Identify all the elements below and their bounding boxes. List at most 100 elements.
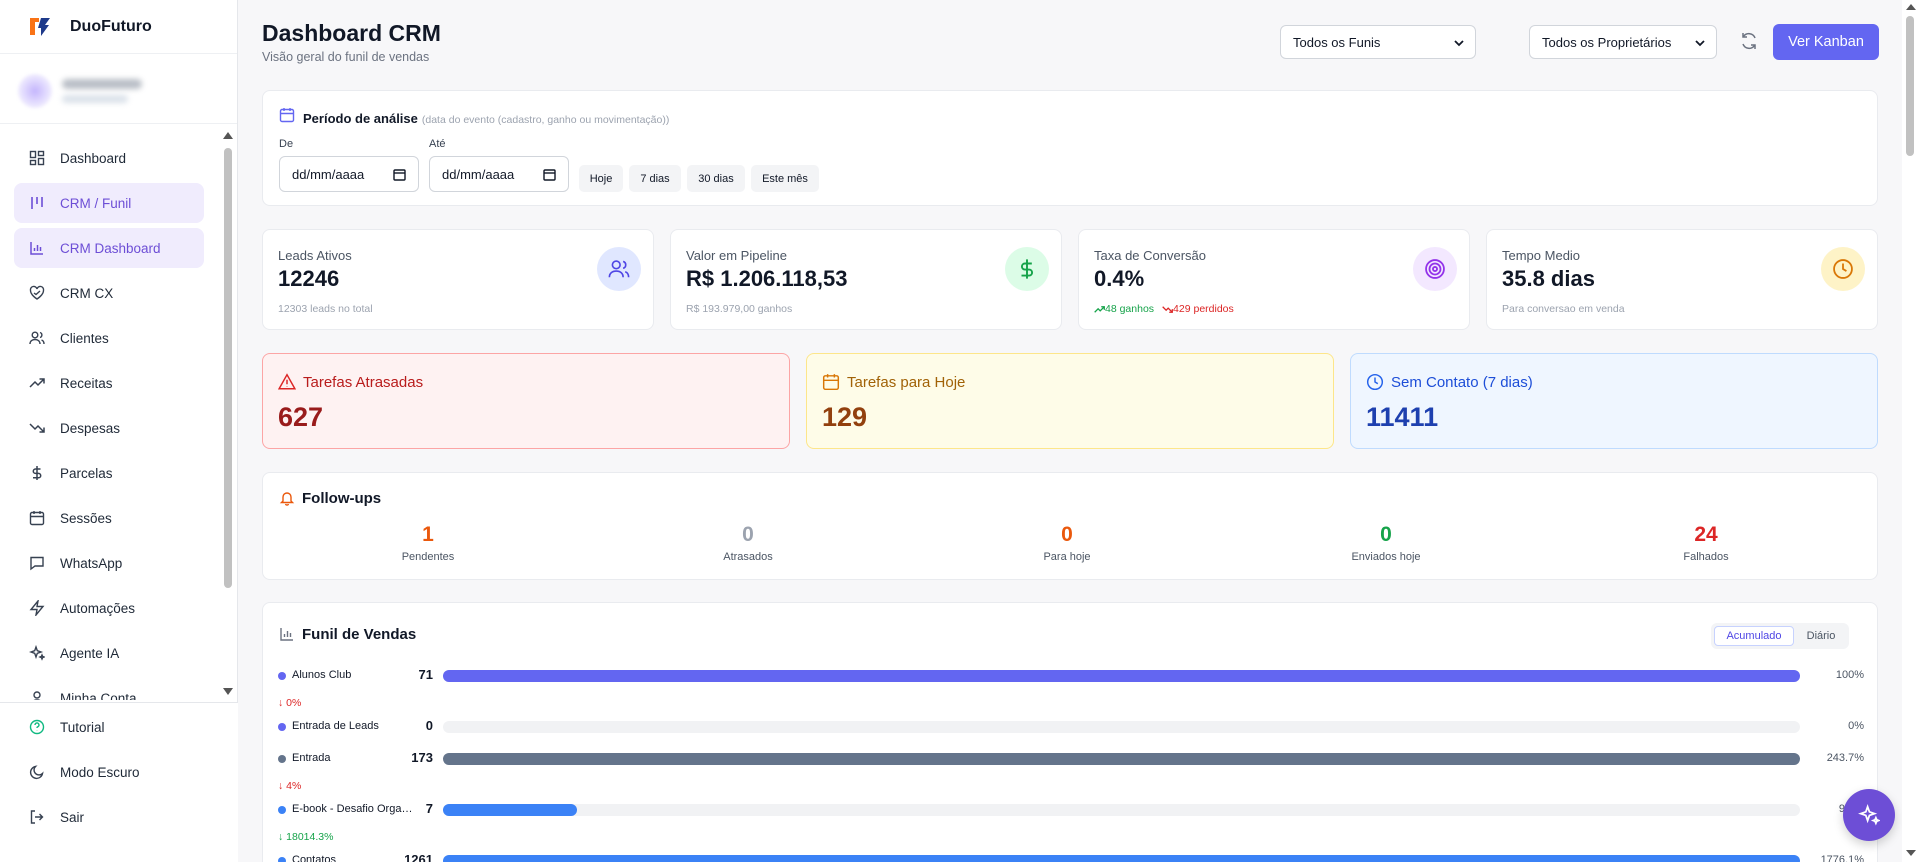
sidebar-item-agente-ia[interactable]: Agente IA <box>14 633 204 673</box>
followup-pendentes[interactable]: 1 Pendentes <box>358 523 498 563</box>
followup-atrasados[interactable]: 0 Atrasados <box>678 523 818 563</box>
page-scrollbar[interactable] <box>1902 0 1919 862</box>
periodo-title: Período de análise (data do evento (cadas… <box>303 111 669 126</box>
followup-label: Para hoje <box>1043 551 1091 563</box>
preset-hoje[interactable]: Hoje <box>579 165 623 192</box>
trending-up-icon <box>28 374 46 392</box>
funnel-select[interactable]: Todos os Funis <box>1280 25 1476 59</box>
sidebar-item-label: CRM / Funil <box>60 195 132 211</box>
from-date-input[interactable]: dd/mm/aaaa <box>279 156 419 192</box>
followup-falhados[interactable]: 24 Falhados <box>1636 523 1776 563</box>
sidebar-item-clientes[interactable]: Clientes <box>14 318 204 358</box>
funnel-stage[interactable]: Alunos Club 71 100% <box>263 666 1877 686</box>
preset-30-dias[interactable]: 30 dias <box>687 165 745 192</box>
to-date-input[interactable]: dd/mm/aaaa <box>429 156 569 192</box>
sidebar-item-sessoes[interactable]: Sessões <box>14 498 204 538</box>
sidebar-item-sair[interactable]: Sair <box>14 797 204 837</box>
stage-color-dot <box>278 672 286 680</box>
sidebar-nav: Dashboard CRM / Funil CRM Dashboard CRM … <box>0 135 222 700</box>
stage-color-dot <box>278 723 286 731</box>
followup-label: Atrasados <box>723 551 773 563</box>
stage-percent: 0% <box>1848 720 1864 732</box>
sidebar-item-dashboard[interactable]: Dashboard <box>14 138 204 178</box>
toggle-acumulado[interactable]: Acumulado <box>1714 626 1794 646</box>
sidebar-item-whatsapp[interactable]: WhatsApp <box>14 543 204 583</box>
sidebar-item-crm-dashboard[interactable]: CRM Dashboard <box>14 228 204 268</box>
sidebar-item-label: Agente IA <box>60 645 120 661</box>
funnel-stage[interactable]: Entrada de Leads 0 0% <box>263 717 1877 737</box>
scroll-thumb[interactable] <box>224 148 232 588</box>
sidebar-item-label: Receitas <box>60 375 113 391</box>
funil-title: Funil de Vendas <box>302 626 417 643</box>
alert-tarefas-atrasadas[interactable]: Tarefas Atrasadas 627 <box>262 353 790 449</box>
followup-label: Falhados <box>1683 551 1729 563</box>
zap-icon <box>28 599 46 617</box>
followup-value: 0 <box>742 523 754 546</box>
user-profile[interactable] <box>0 54 237 124</box>
sidebar-item-label: Tutorial <box>60 719 105 735</box>
sidebar-item-parcelas[interactable]: Parcelas <box>14 453 204 493</box>
won-count: 48 ganhos <box>1105 303 1155 315</box>
alert-title: Tarefas para Hoje <box>847 374 966 391</box>
kpi-label: Taxa de Conversão <box>1094 248 1207 263</box>
preset-7-dias[interactable]: 7 dias <box>629 165 681 192</box>
sparkles-icon <box>28 644 46 662</box>
kpi-value: 35.8 dias <box>1502 266 1595 291</box>
funnel-stage[interactable]: Entrada 173 243.7% <box>263 749 1877 769</box>
scroll-down-arrow[interactable] <box>1906 850 1916 856</box>
sidebar-item-modo-escuro[interactable]: Modo Escuro <box>14 752 204 792</box>
dashboard-icon <box>28 149 46 167</box>
stage-bar <box>443 670 1800 682</box>
sidebar-item-automacoes[interactable]: Automações <box>14 588 204 628</box>
sidebar-item-label: Dashboard <box>60 150 127 166</box>
sidebar-item-tutorial[interactable]: Tutorial <box>14 707 204 747</box>
brand[interactable]: DuoFuturo <box>0 0 237 54</box>
clock-icon <box>1821 247 1865 291</box>
ver-kanban-button[interactable]: Ver Kanban <box>1773 24 1879 60</box>
scroll-up-arrow[interactable] <box>223 132 233 139</box>
sidebar-item-label: WhatsApp <box>60 555 123 571</box>
followup-enviados-hoje[interactable]: 0 Enviados hoje <box>1316 523 1456 563</box>
toggle-diario[interactable]: Diário <box>1797 626 1845 646</box>
kpi-label: Valor em Pipeline <box>686 248 787 263</box>
followup-para-hoje[interactable]: 0 Para hoje <box>997 523 1137 563</box>
kpi-taxa-conversao: Taxa de Conversão 0.4% 48 ganhos 429 per… <box>1078 229 1470 330</box>
sidebar: DuoFuturo Dashboard CRM / Funil CRM Dash… <box>0 0 238 862</box>
trending-down-icon <box>28 419 46 437</box>
calendar-picker-icon[interactable] <box>393 168 406 181</box>
message-icon <box>28 554 46 572</box>
alert-title: Tarefas Atrasadas <box>303 374 424 391</box>
scroll-down-arrow[interactable] <box>223 688 233 695</box>
funil-card: Funil de Vendas Acumulado Diário Alunos … <box>262 602 1878 862</box>
sidebar-item-despesas[interactable]: Despesas <box>14 408 204 448</box>
calendar-icon <box>279 108 295 123</box>
sidebar-item-crm-funil[interactable]: CRM / Funil <box>14 183 204 223</box>
alert-sem-contato[interactable]: Sem Contato (7 dias) 11411 <box>1350 353 1878 449</box>
scroll-thumb[interactable] <box>1906 16 1914 156</box>
to-date-value: dd/mm/aaaa <box>442 166 515 182</box>
alert-triangle-icon <box>278 373 296 390</box>
alert-tarefas-hoje[interactable]: Tarefas para Hoje 129 <box>806 353 1334 449</box>
owner-select[interactable]: Todos os Proprietários <box>1529 25 1717 59</box>
stage-delta: ↓ 4% <box>278 780 302 792</box>
sidebar-scrollbar[interactable] <box>222 130 234 700</box>
periodo-hint: (data do evento (cadastro, ganho ou movi… <box>421 114 670 126</box>
logo-icon <box>30 17 50 36</box>
funnel-stage[interactable]: E-book - Desafio Organização 7 9.9% <box>263 800 1877 820</box>
ai-assistant-button[interactable] <box>1843 789 1895 841</box>
preset-este-mes[interactable]: Este mês <box>751 165 819 192</box>
calendar-picker-icon[interactable] <box>543 168 556 181</box>
stage-count: 7 <box>425 801 433 816</box>
scroll-up-arrow[interactable] <box>1906 4 1916 10</box>
users-icon <box>28 329 46 347</box>
sidebar-item-receitas[interactable]: Receitas <box>14 363 204 403</box>
target-icon <box>1413 247 1457 291</box>
kpi-value: 12246 <box>278 266 340 291</box>
stage-track <box>443 753 1800 765</box>
calendar-icon <box>28 509 46 527</box>
funnel-stage[interactable]: Contatos 1261 1776.1% <box>263 851 1877 862</box>
refresh-icon[interactable] <box>1738 30 1760 52</box>
stage-color-dot <box>278 857 286 862</box>
sidebar-item-crm-cx[interactable]: CRM CX <box>14 273 204 313</box>
sidebar-item-minha-conta[interactable]: Minha Conta <box>14 678 204 700</box>
